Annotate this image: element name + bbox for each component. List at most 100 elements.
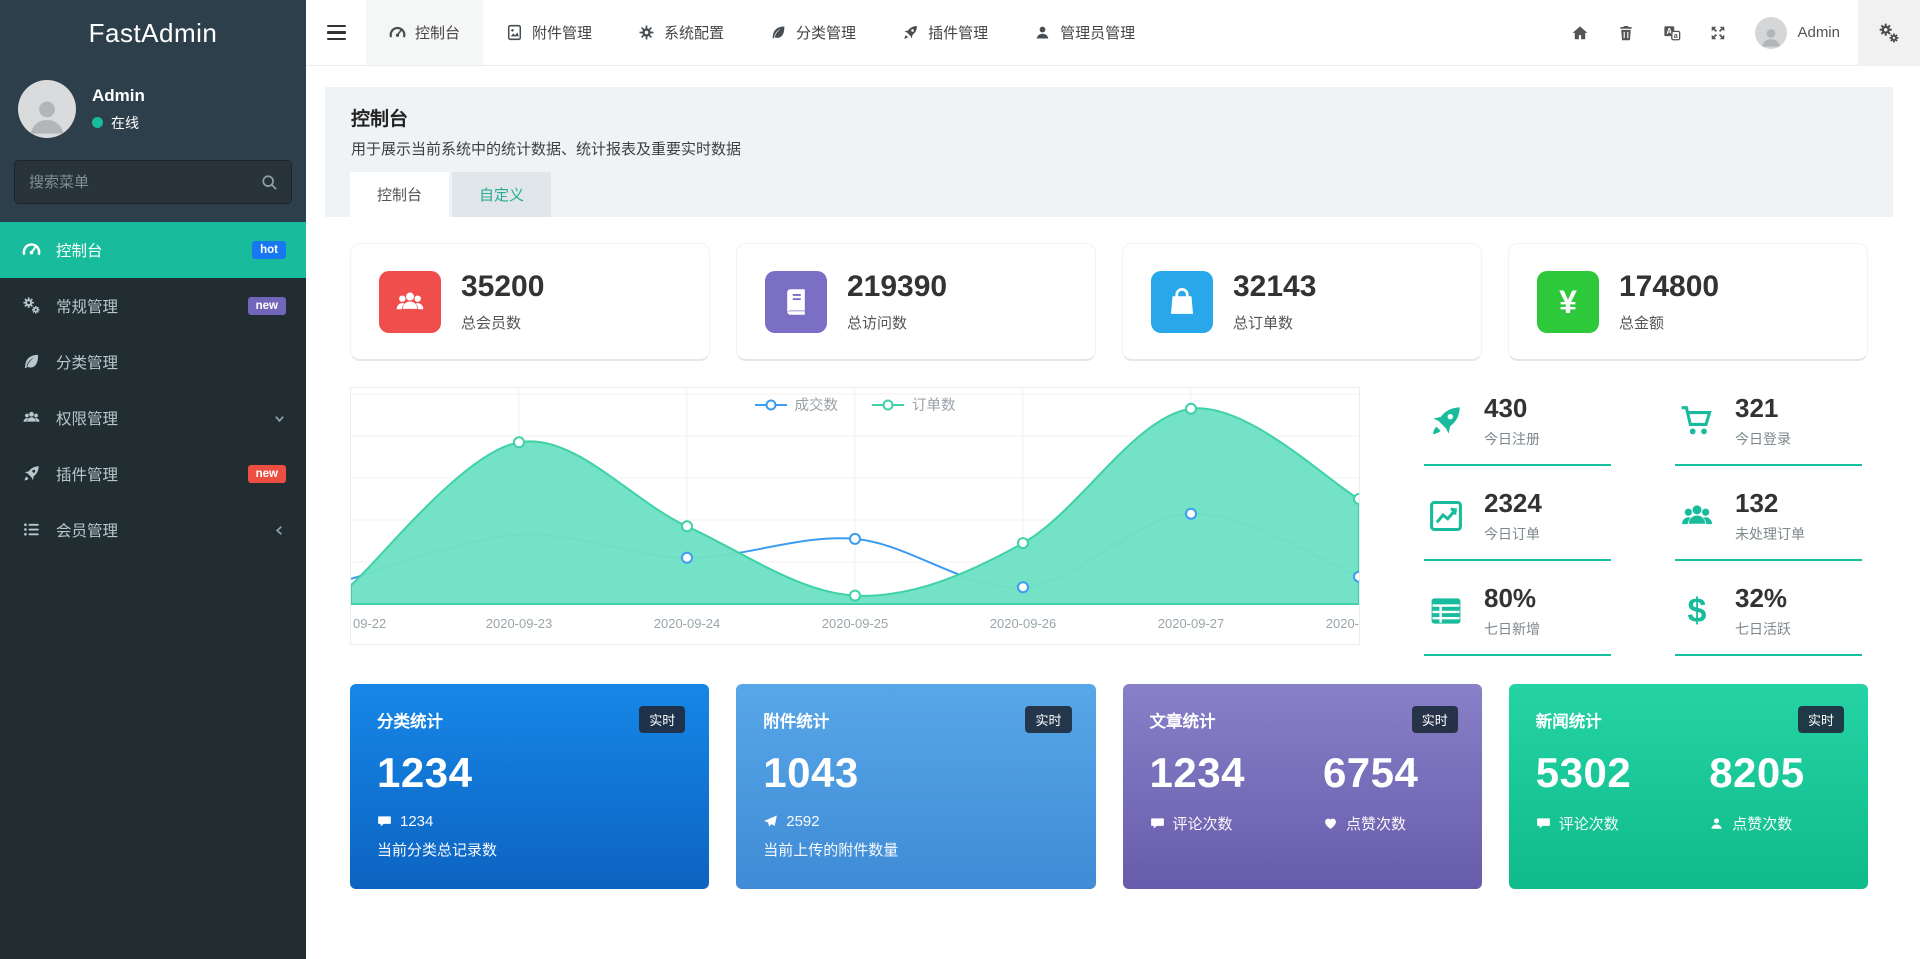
card-value: 6754 <box>1323 749 1418 797</box>
ministat-label: 七日新增 <box>1484 619 1540 639</box>
sidebar-item-addon[interactable]: 插件管理 new <box>0 446 306 502</box>
svg-text:2020-09-28: 2020-09-28 <box>1326 616 1359 631</box>
avatar <box>18 80 76 138</box>
legend-marker <box>872 399 904 411</box>
user-panel: Admin 在线 <box>0 66 306 154</box>
hot-badge: hot <box>252 241 286 259</box>
card-desc: 当前上传的附件数量 <box>763 839 1068 860</box>
search-input[interactable] <box>14 160 292 204</box>
card-title: 分类统计 <box>377 708 682 732</box>
tab-label: 插件管理 <box>928 22 988 43</box>
tab-dashboard-pane[interactable]: 控制台 <box>350 172 449 217</box>
card-value: 8205 <box>1709 749 1804 797</box>
svg-text:2020-09-26: 2020-09-26 <box>990 616 1057 631</box>
sidebar: FastAdmin Admin 在线 控制台 <box>0 0 306 959</box>
search-icon <box>260 173 279 192</box>
users-icon <box>22 408 44 428</box>
comment-icon <box>1536 816 1551 831</box>
svg-text:2020-09-27: 2020-09-27 <box>1158 616 1225 631</box>
realtime-badge: 实时 <box>1412 706 1458 733</box>
sidebar-item-label: 会员管理 <box>56 519 273 541</box>
card-metric-label: 评论次数 <box>1150 813 1245 834</box>
card-value: 5302 <box>1536 749 1631 797</box>
card-metric-label: 点赞次数 <box>1323 813 1418 834</box>
card-title: 附件统计 <box>763 708 1068 732</box>
area-chart-canvas: 09-222020-09-232020-09-242020-09-252020-… <box>351 388 1359 640</box>
user-name: Admin <box>92 86 145 106</box>
svg-text:2020-09-25: 2020-09-25 <box>822 616 889 631</box>
cards-row: 分类统计 实时 1234 1234 当前分类总记录数 附件统计 实时 1043 <box>350 684 1868 889</box>
language-button[interactable]: Aa <box>1649 0 1695 66</box>
tab-admin[interactable]: 管理员管理 <box>1011 0 1158 65</box>
card-value: 1043 <box>763 749 1068 797</box>
ministat-registered-today: 430 今日注册 <box>1424 393 1611 466</box>
table-icon <box>1424 593 1468 629</box>
ministat-label: 今日订单 <box>1484 524 1542 544</box>
app-logo: FastAdmin <box>0 0 306 66</box>
shopping-bag-icon <box>1151 271 1213 333</box>
orders-chart: 成交数 订单数 09-222020-09-232020-09-242020-09… <box>350 387 1360 645</box>
online-status-dot <box>92 117 103 128</box>
clear-cache-button[interactable] <box>1603 0 1649 66</box>
attachment-stats-card: 附件统计 实时 1043 2592 当前上传的附件数量 <box>736 684 1095 889</box>
legend-label: 成交数 <box>795 394 839 415</box>
trash-icon <box>1617 24 1635 42</box>
sidebar-item-label: 分类管理 <box>56 351 286 373</box>
stat-box-visits: 219390 总访问数 <box>736 243 1096 361</box>
ministat-label: 七日活跃 <box>1735 619 1791 639</box>
tab-custom-pane[interactable]: 自定义 <box>452 172 551 217</box>
card-value: 1234 <box>377 749 682 797</box>
sidebar-toggle-button[interactable] <box>306 0 366 65</box>
gear-icon <box>638 24 655 41</box>
tab-addon[interactable]: 插件管理 <box>879 0 1011 65</box>
fullscreen-button[interactable] <box>1695 0 1741 66</box>
ministat-logins-today: 321 今日登录 <box>1675 393 1862 466</box>
sidebar-menu: 控制台 hot 常规管理 new 分类管理 权限管理 <box>0 222 306 558</box>
middle-row: 成交数 订单数 09-222020-09-232020-09-242020-09… <box>350 387 1868 656</box>
sidebar-item-category[interactable]: 分类管理 <box>0 334 306 390</box>
list-icon <box>22 520 44 540</box>
book-icon <box>765 271 827 333</box>
person-icon <box>1759 25 1783 49</box>
search-button[interactable] <box>260 171 282 193</box>
sidebar-search <box>14 160 292 204</box>
tab-category[interactable]: 分类管理 <box>747 0 879 65</box>
ministat-value: 2324 <box>1484 488 1542 519</box>
realtime-badge: 实时 <box>1798 706 1844 733</box>
card-title: 新闻统计 <box>1536 708 1841 732</box>
rocket-icon <box>902 24 919 41</box>
sidebar-item-general[interactable]: 常规管理 new <box>0 278 306 334</box>
settings-button[interactable] <box>1858 0 1920 66</box>
language-icon: Aa <box>1663 24 1681 42</box>
home-icon <box>1571 24 1589 42</box>
user-status: 在线 <box>92 113 145 133</box>
card-title: 文章统计 <box>1150 708 1455 732</box>
sidebar-item-auth[interactable]: 权限管理 <box>0 390 306 446</box>
tab-label: 附件管理 <box>532 22 592 43</box>
tab-label: 控制台 <box>415 22 460 43</box>
user-icon <box>1034 24 1051 41</box>
sidebar-item-user-manage[interactable]: 会员管理 <box>0 502 306 558</box>
file-image-icon <box>506 24 523 41</box>
card-value: 1234 <box>1150 749 1245 797</box>
navbar-user-menu[interactable]: Admin <box>1741 17 1858 49</box>
page-subtitle: 用于展示当前系统中的统计数据、统计报表及重要实时数据 <box>351 138 1867 159</box>
tab-attachment[interactable]: 附件管理 <box>483 0 615 65</box>
legend-item-deals[interactable]: 成交数 <box>755 394 839 415</box>
category-stats-card: 分类统计 实时 1234 1234 当前分类总记录数 <box>350 684 709 889</box>
leaf-icon <box>22 352 44 372</box>
tab-label: 管理员管理 <box>1060 22 1135 43</box>
card-metric-label: 评论次数 <box>1536 813 1631 834</box>
ministat-label: 未处理订单 <box>1735 524 1805 544</box>
home-button[interactable] <box>1557 0 1603 66</box>
sidebar-item-dashboard[interactable]: 控制台 hot <box>0 222 306 278</box>
chart-line-icon <box>1424 498 1468 534</box>
chevron-down-icon <box>273 412 286 425</box>
legend-item-orders[interactable]: 订单数 <box>872 394 956 415</box>
realtime-badge: 实时 <box>639 706 685 733</box>
sidebar-item-label: 常规管理 <box>56 295 248 317</box>
legend-label: 订单数 <box>912 394 956 415</box>
tab-dashboard[interactable]: 控制台 <box>366 0 483 65</box>
card-columns: 5302 评论次数 8205 点赞次数 <box>1536 749 1841 834</box>
tab-config[interactable]: 系统配置 <box>615 0 747 65</box>
